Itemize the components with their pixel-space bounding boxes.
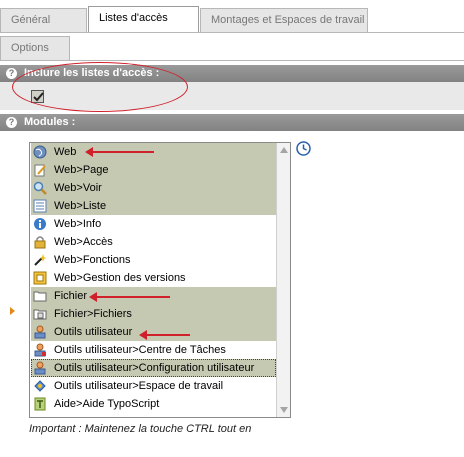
list-item[interactable]: Outils utilisateur>Configuration utilisa…	[31, 359, 276, 377]
files-icon	[33, 309, 47, 320]
list-item[interactable]: Web>Info	[31, 215, 276, 233]
user-tools-icon	[34, 325, 46, 339]
tab-options[interactable]: Options	[0, 36, 70, 60]
list-item[interactable]: Web>Accès	[31, 233, 276, 251]
workspace-icon	[34, 380, 46, 392]
tab-access-lists[interactable]: Listes d'accès	[88, 6, 199, 32]
modules-multiselect[interactable]: Web Web>Page Web>Voir Web>Liste Web>Info…	[29, 142, 291, 418]
list-item[interactable]: Web>Page	[31, 161, 276, 179]
list-item[interactable]: Web>Liste	[31, 197, 276, 215]
list-item[interactable]: Fichier>Fichiers	[31, 305, 276, 323]
globe-icon	[33, 145, 47, 159]
tab-divider-2	[0, 60, 464, 61]
annotation-arrow	[85, 147, 154, 157]
user-config-icon	[34, 361, 46, 375]
info-icon	[34, 218, 46, 230]
annotation-arrow	[139, 330, 190, 340]
magnifier-icon	[33, 181, 47, 195]
current-row-marker-icon	[10, 307, 15, 315]
typoscript-help-icon	[34, 397, 46, 411]
annotation-arrow	[89, 292, 170, 302]
versions-icon	[33, 271, 47, 285]
list-item[interactable]: Web>Gestion des versions	[31, 269, 276, 287]
annotation-ellipse	[12, 62, 188, 112]
list-item[interactable]: Web>Fonctions	[31, 251, 276, 269]
list-item[interactable]: Aide>Aide TypoScript	[31, 395, 276, 413]
clock-icon[interactable]	[296, 141, 311, 156]
lock-icon	[34, 236, 46, 249]
list-item[interactable]: Outils utilisateur>Espace de travail	[31, 377, 276, 395]
wand-icon	[34, 254, 46, 266]
folder-icon	[33, 291, 47, 302]
help-icon[interactable]: ?	[6, 68, 17, 79]
tab-mounts-workspaces[interactable]: Montages et Espaces de travail	[200, 8, 368, 32]
tab-divider	[0, 32, 464, 33]
list-scrollbar[interactable]	[276, 143, 290, 417]
task-center-icon	[34, 343, 46, 357]
section-title: Modules :	[24, 116, 76, 128]
help-icon[interactable]: ?	[6, 117, 17, 128]
list-item[interactable]: Outils utilisateur>Centre de Tâches	[31, 341, 276, 359]
list-item[interactable]: Outils utilisateur	[31, 323, 276, 341]
tab-general[interactable]: Général	[0, 8, 87, 32]
scroll-up-icon[interactable]	[280, 147, 288, 153]
scroll-down-icon[interactable]	[280, 407, 288, 413]
section-header-modules: ? Modules :	[0, 114, 464, 131]
footnote-text: Important : Maintenez la touche CTRL tou…	[29, 423, 252, 435]
page-edit-icon	[34, 164, 46, 177]
list-item[interactable]: Web>Voir	[31, 179, 276, 197]
list-icon	[33, 199, 47, 213]
